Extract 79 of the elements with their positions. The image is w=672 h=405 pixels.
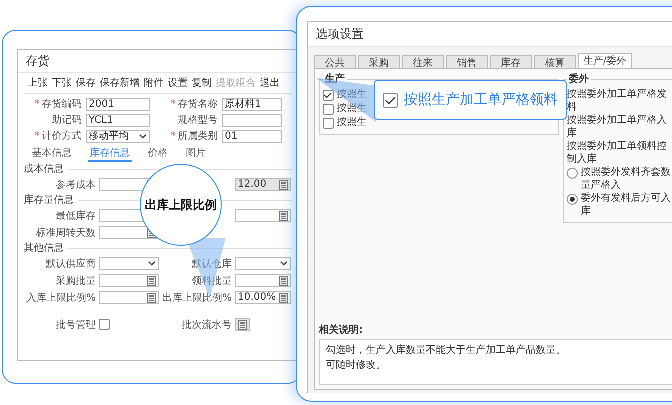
option-label: 按照生 [337,116,367,129]
calculator-icon[interactable] [147,276,156,286]
calculator-icon[interactable] [279,276,288,286]
tab[interactable]: 生产/委外 [578,53,632,68]
field-label: 规格型号 [177,114,218,127]
tab[interactable]: 采购 [358,55,400,68]
input-field[interactable]: YCL1 [86,114,150,126]
input-field[interactable] [99,291,159,304]
calculator-icon[interactable] [147,292,156,302]
field-label: * 存货编码 [34,98,82,111]
field-label: * 所属类别 [170,130,218,143]
option-label: 按照委外发料齐套数量严格入 [581,166,671,192]
calculator-icon[interactable] [279,210,288,220]
field-label: 默认供应商 [45,258,96,270]
callout-text: 按照生产加工单严格领料 [404,91,558,109]
field-label: * 计价方式 [34,130,82,143]
field-label: 采购批量 [55,274,96,288]
option-label: 按照生 [337,102,367,115]
field-label: 标准周转天数 [35,226,96,240]
input-field[interactable] [222,114,282,126]
toolbar-button[interactable]: 上张 [28,76,48,90]
field-label: 助记码 [51,114,82,127]
input-field[interactable]: 原材料1 [222,98,282,110]
select-field[interactable] [99,257,159,270]
option-label[interactable]: 按照委外加工单领料控制入库 [567,140,671,166]
field-label: * 存货名称 [170,98,218,111]
tab[interactable]: 往来 [402,55,444,68]
section-title: 库存量信息 [24,194,74,207]
tab[interactable]: 图片 [184,146,208,162]
option-label[interactable]: 按照委外加工单严格发料 [567,88,671,114]
input-field[interactable] [235,209,291,222]
calculator-icon[interactable] [279,292,288,302]
field-label: 批次流水号 [181,318,232,332]
group-title: 委外 [568,72,590,86]
option-label: 委外有发料后方可入库 [581,192,671,218]
select-field[interactable] [235,257,291,270]
chevron-down-icon[interactable] [280,261,288,266]
toolbar-button[interactable]: 保存 [76,76,96,90]
field-label: 批号管理 [55,318,96,332]
input-field[interactable]: 01 [222,130,282,142]
callout-text: 出库上限比例 [145,196,217,214]
notes-text: 勾选时，生产入库数量不能大于生产加工单产品数量。 [326,344,567,358]
field-label: 入库上限比例% [25,292,96,304]
tab[interactable]: 价格 [146,146,170,162]
chevron-down-icon[interactable] [139,134,147,138]
option-label: 按照生 [337,88,367,101]
input-field[interactable] [99,274,159,287]
tab[interactable]: 公共 [314,55,356,68]
section-title: 成本信息 [24,162,64,176]
checkbox[interactable] [323,118,334,129]
field-label: 最低库存 [55,210,96,222]
toolbar-button[interactable]: 设置 [168,76,188,90]
tab[interactable]: 库存 [490,55,532,68]
tab[interactable]: 基本信息 [30,146,74,162]
toolbar-button[interactable]: 下张 [52,76,72,90]
field-label: 出库上限比例% [162,292,232,304]
checkbox[interactable] [323,104,334,115]
radio-button[interactable] [567,194,578,205]
toolbar-button[interactable]: 复制 [192,76,212,90]
checkbox[interactable] [323,90,334,101]
group-title: 生产 [324,72,346,86]
select-field[interactable]: 移动平均 [86,130,150,142]
field-label: 参考成本 [55,178,96,192]
chevron-down-icon[interactable] [148,261,156,266]
field-label: 领料批量 [191,274,232,288]
section-title: 其他信息 [24,242,64,255]
checkbox[interactable] [99,319,110,330]
tab[interactable]: 核算 [534,55,576,68]
toolbar-button[interactable]: 保存新增 [100,76,140,90]
input-field[interactable] [235,274,291,287]
input-field[interactable]: 2001 [86,98,150,110]
radio-button[interactable] [567,168,578,179]
option-label[interactable]: 按照委外加工单严格入库 [567,114,671,140]
toolbar-button[interactable]: 退出 [260,76,280,90]
tab[interactable]: 销售 [446,55,488,68]
notes-title: 相关说明: [319,324,364,337]
input-field[interactable]: 10.00% [235,291,291,304]
toolbar-button[interactable]: 附件 [144,76,164,90]
notes-text: 可随时修改。 [326,358,387,373]
